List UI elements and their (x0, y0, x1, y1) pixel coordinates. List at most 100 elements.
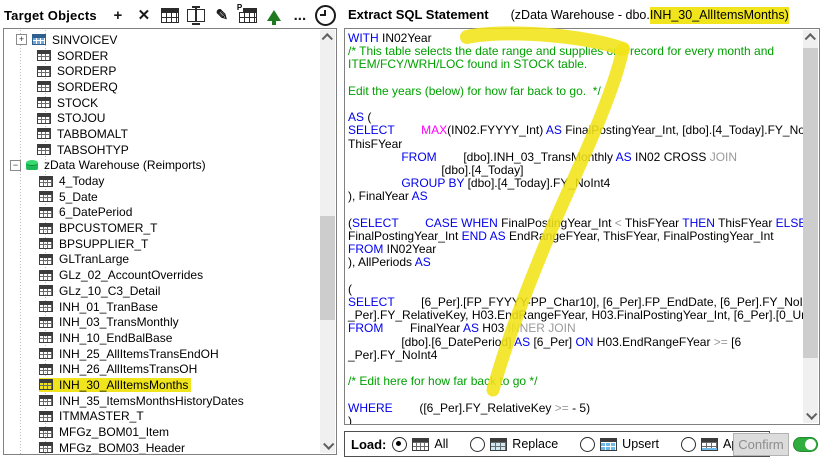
sql-token: ([6_Per].FY_RelativeKey (393, 401, 555, 415)
tree-item-label: INH_26_AllItemsTransOH (59, 362, 197, 376)
sql-token: WHERE (348, 401, 393, 415)
sql-token: ) (348, 414, 352, 424)
table-icon (37, 97, 51, 108)
tree-item-4-today[interactable]: 4_Today (4, 173, 320, 189)
item-content: 4_Today (39, 174, 107, 188)
tree-item-inh-10-endbalbase[interactable]: INH_10_EndBalBase (4, 330, 320, 346)
load-option-upsert[interactable]: Upsert (580, 437, 659, 452)
table-all-icon (412, 438, 429, 451)
tree-item-label: INH_01_TranBase (59, 300, 158, 314)
upload-arrow-icon[interactable] (261, 4, 287, 26)
tree-item-inh-35-itemsmonthshistorydates[interactable]: INH_35_ItemsMonthsHistoryDates (4, 393, 320, 409)
tree-item-inh-26-allitemstransoh[interactable]: INH_26_AllItemsTransOH (4, 361, 320, 377)
subtitle-highlighted-table-name: INH_30_AllItemsMonths) (650, 7, 789, 24)
sql-token: AS (412, 189, 428, 203)
remove-icon: ✕ (138, 8, 151, 23)
scroll-down-icon[interactable] (803, 407, 818, 423)
sql-token (398, 216, 425, 230)
tree-item-stock[interactable]: STOCK (4, 95, 320, 111)
radio-upsert[interactable] (580, 437, 595, 452)
tree-item-tabbomalt[interactable]: TABBOMALT (4, 126, 320, 142)
collapse-minus-icon[interactable]: − (10, 160, 21, 171)
expand-plus-icon[interactable]: + (16, 34, 27, 45)
sql-token: ThisFYear (715, 216, 776, 230)
table-icon[interactable] (157, 4, 183, 26)
add-icon[interactable]: + (105, 4, 131, 26)
edit-pencil-icon[interactable]: ✎ (209, 4, 235, 26)
radio-append[interactable] (681, 437, 696, 452)
table-icon (37, 128, 51, 139)
sql-token: FinalPostingYear_Int, [dbo].[4_Today].FY… (562, 123, 803, 137)
sql-scrollbar[interactable] (803, 30, 818, 423)
table-icon (39, 332, 53, 343)
tree-item-bpsupplier-t[interactable]: BPSUPPLIER_T (4, 236, 320, 252)
tree-item-itmmaster-t[interactable]: ITMMASTER_T (4, 409, 320, 425)
sql-token: AS (514, 335, 530, 349)
item-content: GLz_10_C3_Detail (39, 284, 163, 298)
table-icon (37, 66, 51, 77)
table-properties-icon[interactable] (235, 4, 261, 26)
table-icon (39, 254, 53, 265)
scroll-up-icon[interactable] (803, 30, 818, 46)
tree-item-inh-01-tranbase[interactable]: INH_01_TranBase (4, 299, 320, 315)
load-option-all[interactable]: All (392, 437, 448, 452)
tree-scrollbar-thumb[interactable] (320, 216, 335, 320)
tree-item-gltranlarge[interactable]: GLTranLarge (4, 252, 320, 268)
tree-item-label: 4_Today (59, 174, 104, 188)
tree-item-sorderq[interactable]: SORDERQ (4, 79, 320, 95)
target-objects-tree[interactable]: +SINVOICEVSORDERSORDERPSORDERQSTOCKSTOJO… (3, 28, 337, 455)
load-label: Load: (351, 437, 386, 452)
item-content: STOJOU (37, 111, 108, 125)
tree-item-sorderp[interactable]: SORDERP (4, 63, 320, 79)
tree-item-6-dateperiod[interactable]: 6_DatePeriod (4, 205, 320, 221)
tree-item-tabsohtyp[interactable]: TABSOHTYP (4, 142, 320, 158)
sql-token: ), FinalYear (348, 189, 412, 203)
tree-item-stojou[interactable]: STOJOU (4, 110, 320, 126)
sql-token: < (615, 216, 622, 230)
remove-icon[interactable]: ✕ (131, 4, 157, 26)
sql-token (348, 150, 401, 164)
sql-line: Edit the years (below) for how far back … (348, 85, 803, 98)
scroll-up-icon[interactable] (320, 30, 335, 46)
rename-icon[interactable] (183, 4, 209, 26)
tree-item-sinvoicev[interactable]: +SINVOICEV (4, 32, 320, 48)
sql-token: ON (575, 335, 593, 349)
load-option-replace[interactable]: Replace (470, 437, 558, 452)
tree-scrollbar[interactable] (320, 30, 335, 453)
tree-item-sorder[interactable]: SORDER (4, 48, 320, 64)
sql-token: ), AllPeriods (348, 255, 415, 269)
radio-replace[interactable] (470, 437, 485, 452)
tree-item-mfgz-bom03-header[interactable]: MFGz_BOM03_Header (4, 440, 320, 454)
sql-token: (IN02.FYYYY_Int) (447, 123, 546, 137)
tree-item-5-date[interactable]: 5_Date (4, 189, 320, 205)
tree-item-inh-30-allitemsmonths[interactable]: INH_30_AllItemsMonths (4, 377, 320, 393)
radio-all[interactable] (392, 437, 407, 452)
item-content: zData Warehouse (Reimports) (26, 158, 209, 172)
history-clock-icon[interactable] (313, 4, 339, 26)
more-options-icon[interactable]: ... (287, 4, 313, 26)
tree-item-glz-02-accountoverrides[interactable]: GLz_02_AccountOverrides (4, 267, 320, 283)
item-content: INH_35_ItemsMonthsHistoryDates (39, 394, 247, 408)
table-icon (39, 379, 53, 390)
tree-item-mfgz-bom01-item[interactable]: MFGz_BOM01_Item (4, 424, 320, 440)
scroll-down-icon[interactable] (320, 437, 335, 453)
sql-token: MAX (421, 123, 447, 137)
tree-item-glz-10-c3-detail[interactable]: GLz_10_C3_Detail (4, 283, 320, 299)
sql-token: _Per].FY_RelativeKey, H03.EndRangeFYear,… (348, 308, 803, 322)
sql-token: _Per].FY_NoInt4 (348, 348, 437, 362)
item-content: INH_26_AllItemsTransOH (39, 362, 200, 376)
table-icon (39, 176, 53, 187)
tree-item-inh-03-transmonthly[interactable]: INH_03_TransMonthly (4, 314, 320, 330)
tree-item-zdata-warehouse-reimports-[interactable]: −zData Warehouse (Reimports) (4, 158, 320, 174)
confirm-button[interactable]: Confirm (733, 433, 789, 456)
tree-item-label: INH_35_ItemsMonthsHistoryDates (59, 394, 244, 408)
tree-item-label: STOJOU (57, 111, 105, 125)
sql-statement-editor[interactable]: WITH IN02Year/* This table selects the d… (344, 28, 820, 425)
sql-token: >= (555, 401, 569, 415)
enable-toggle[interactable] (793, 437, 818, 452)
tree-item-bpcustomer-t[interactable]: BPCUSTOMER_T (4, 220, 320, 236)
sql-line: ) (348, 415, 803, 424)
sql-scrollbar-thumb[interactable] (803, 48, 818, 358)
sql-token: [6_Per] (530, 335, 575, 349)
tree-item-inh-25-allitemstransendoh[interactable]: INH_25_AllItemsTransEndOH (4, 346, 320, 362)
